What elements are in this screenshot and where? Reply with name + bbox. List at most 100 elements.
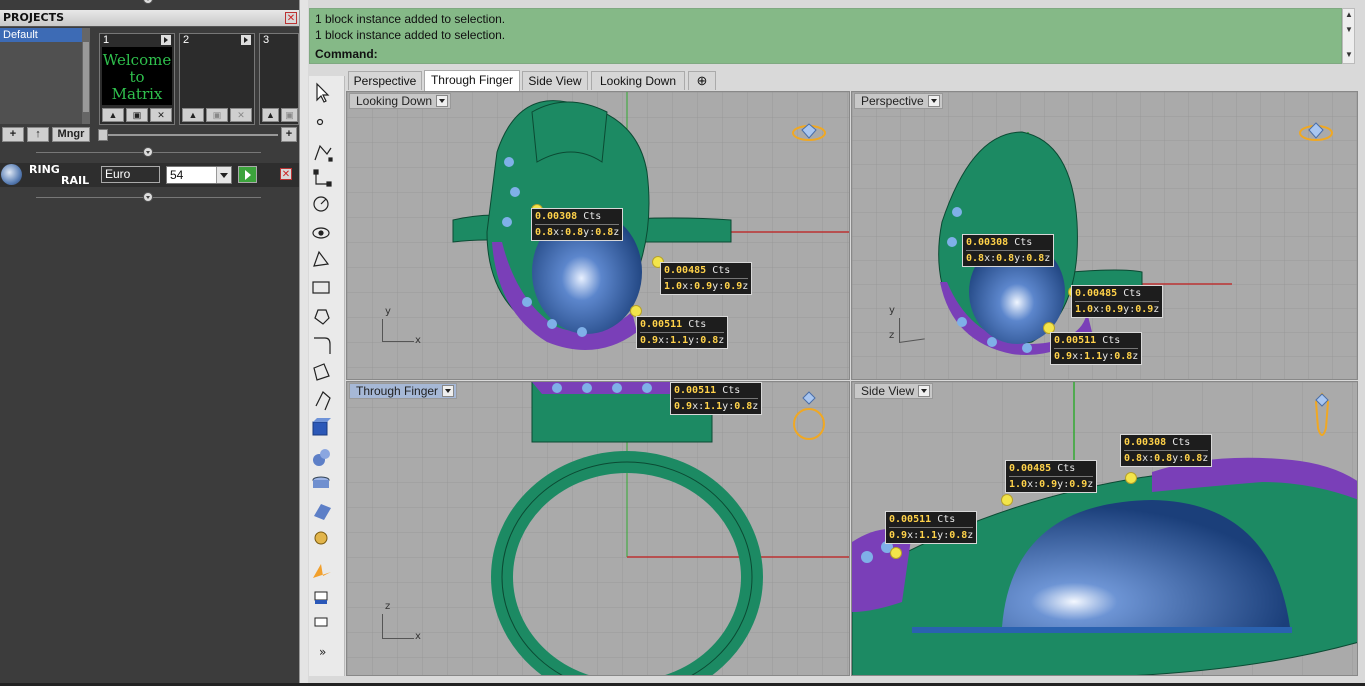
more-tools-icon[interactable] [312,642,332,662]
chevron-down-icon[interactable] [436,95,449,107]
chevron-down-icon[interactable] [927,95,940,107]
save-icon[interactable]: ▣ [126,108,148,122]
slot-number: 1 [103,34,110,46]
slot-slider-thumb[interactable] [98,129,108,141]
select-arrow-icon[interactable] [312,82,332,102]
add-slot-button[interactable]: + [281,127,297,142]
apply-button[interactable] [238,166,257,183]
move-up-icon[interactable]: ▲ [102,108,124,122]
chevron-down-icon[interactable] [442,385,455,397]
move-up-button[interactable]: ↑ [27,127,49,142]
cylinder-icon[interactable] [312,474,332,494]
analyze-icon[interactable] [312,616,332,636]
viewport-perspective[interactable]: Perspective y z 0.00308 Cts 0.8x:0.8y:0.… [851,91,1358,380]
project-slot-3[interactable]: 3 ▲ ▣ [259,33,299,125]
chevron-down-icon[interactable] [216,167,231,183]
close-icon[interactable]: ✕ [285,12,297,24]
delete-icon[interactable]: ✕ [230,108,252,122]
stone-marker[interactable] [890,547,902,559]
size-standard-field[interactable]: Euro [101,166,160,183]
fillet-icon[interactable] [312,334,332,354]
command-history[interactable]: 1 block instance added to selection. 1 b… [309,8,1342,64]
scroll-down-icon[interactable]: ▼ [1345,26,1353,34]
arc-icon[interactable] [312,250,332,270]
slot-slider-track[interactable] [98,134,278,136]
viewport-title[interactable]: Through Finger [349,383,458,399]
plane-icon[interactable] [312,502,332,522]
extrude-icon[interactable] [312,390,332,410]
ring-size-select[interactable]: 54 [166,166,232,184]
project-slot-2[interactable]: 2 ▲ ▣ ✕ [179,33,255,125]
stone-info-label[interactable]: 0.00511 Cts 0.9x:1.1y:0.8z [670,382,763,415]
boolean-icon[interactable] [312,562,332,582]
point-icon[interactable] [312,112,332,132]
manager-button[interactable]: Mngr [52,127,90,142]
stone-info-label[interactable]: 0.00511 Cts 0.9x:1.1y:0.8z [636,316,729,349]
polyline-icon[interactable] [312,170,332,190]
save-icon[interactable]: ▣ [206,108,228,122]
panel-divider[interactable] [0,147,299,157]
box-icon[interactable] [312,418,332,438]
stone-marker[interactable] [1125,472,1137,484]
command-scrollbar[interactable]: ▲ ▼ ▼ [1342,8,1355,64]
size-x: 0.8 [1124,453,1143,464]
delete-icon[interactable]: ✕ [150,108,172,122]
gear-icon[interactable] [312,530,332,550]
play-icon[interactable] [161,35,171,45]
tab-looking-down[interactable]: Looking Down [591,71,685,90]
tab-through-finger[interactable]: Through Finger [424,70,520,91]
move-up-icon[interactable]: ▲ [262,108,279,122]
stone-info-label[interactable]: 0.00485 Cts 1.0x:0.9y:0.9z [1005,460,1098,493]
scroll-up-icon[interactable]: ▲ [1345,11,1353,19]
chevron-down-icon[interactable] [918,385,931,397]
ring-size-value: 54 [170,168,184,182]
save-icon[interactable]: ▣ [281,108,298,122]
viewport-through-finger[interactable]: Through Finger z x 0.00511 Cts 0.9x:1.1y… [346,381,850,676]
carat-unit: Cts [1057,463,1076,474]
circle-icon[interactable] [312,194,332,214]
add-tab-button[interactable]: ⊕ [688,71,716,90]
project-slot-1[interactable]: 1 Welcome to Matrix ▲ ▣ ✕ [99,33,175,125]
viewport-title-text: Looking Down [356,94,433,108]
slot-number: 3 [263,34,270,46]
stone-info-label[interactable]: 0.00308 Cts 0.8x:0.8y:0.8z [531,208,624,241]
stone-marker[interactable] [1001,494,1013,506]
command-history-line: 1 block instance added to selection. [315,12,506,26]
stone-info-label[interactable]: 0.00308 Cts 0.8x:0.8y:0.8z [1120,434,1213,467]
carat-value: 0.00485 [1075,288,1118,299]
transform-icon[interactable] [312,590,332,610]
project-list[interactable]: Default [0,28,90,124]
curve-icon[interactable] [312,142,332,162]
viewport-looking-down[interactable]: Looking Down y x 0.00308 Cts 0.8x:0.8y:0… [346,91,850,380]
close-icon[interactable]: ✕ [280,168,292,180]
stone-info-label[interactable]: 0.00308 Cts 0.8x:0.8y:0.8z [962,234,1055,267]
add-project-button[interactable]: + [2,127,24,142]
play-icon[interactable] [241,35,251,45]
stone-info-label[interactable]: 0.00485 Cts 1.0x:0.9y:0.9z [1071,285,1164,318]
surface-icon[interactable] [312,362,332,382]
move-up-icon[interactable]: ▲ [182,108,204,122]
project-list-scrollbar[interactable] [82,28,90,124]
viewport-title[interactable]: Side View [854,383,934,399]
viewport-side-view[interactable]: Side View 0.00308 Cts 0.8x:0.8y:0.8z 0.0… [851,381,1358,676]
panel-divider[interactable] [0,192,299,202]
command-prompt[interactable]: Command: [315,47,378,61]
scroll-down-icon[interactable]: ▼ [1345,51,1353,59]
tab-side-view[interactable]: Side View [522,71,588,90]
size-x: 0.9 [674,401,693,412]
sphere-icon[interactable] [312,448,332,468]
stone-info-label[interactable]: 0.00511 Cts 0.9x:1.1y:0.8z [1050,332,1143,365]
panel-splitter[interactable] [299,0,308,686]
stone-info-label[interactable]: 0.00511 Cts 0.9x:1.1y:0.8z [885,511,978,544]
axis-label: z [385,601,391,612]
project-item-default[interactable]: Default [0,28,82,42]
viewport-title[interactable]: Perspective [854,93,943,109]
viewport-title[interactable]: Looking Down [349,93,452,109]
ellipse-icon[interactable] [312,223,332,243]
stone-info-label[interactable]: 0.00485 Cts 1.0x:0.9y:0.9z [660,262,753,295]
polygon-icon[interactable] [312,306,332,326]
ring-rail-icon[interactable] [1,164,22,185]
rectangle-icon[interactable] [312,278,332,298]
panel-divider[interactable] [0,0,299,4]
tab-perspective[interactable]: Perspective [348,71,422,90]
